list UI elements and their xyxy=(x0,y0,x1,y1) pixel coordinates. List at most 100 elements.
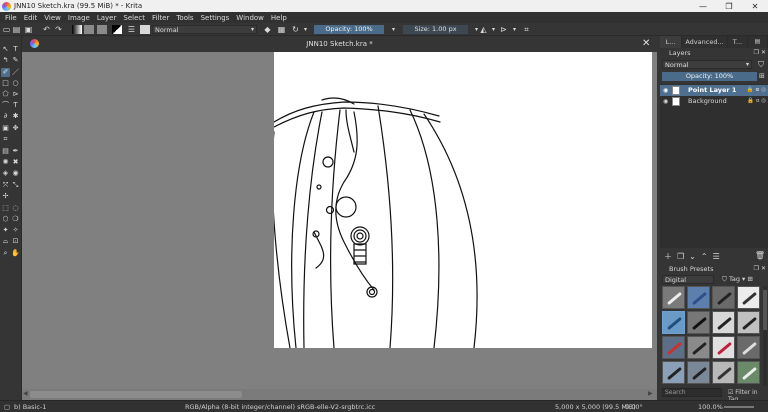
menu-settings[interactable]: Settings xyxy=(201,14,230,22)
preserve-alpha-icon[interactable]: ▦ xyxy=(277,25,286,34)
brush-preset[interactable] xyxy=(687,336,710,359)
menu-window[interactable]: Window xyxy=(236,14,264,22)
visibility-eye-icon[interactable]: ◉ xyxy=(663,85,668,96)
gradient-swatch[interactable] xyxy=(72,25,82,34)
minimize-button[interactable]: — xyxy=(690,0,716,12)
select-shapes-icon[interactable]: ↖ xyxy=(1,45,10,54)
brush-preset-swatch[interactable] xyxy=(140,25,150,34)
menu-select[interactable]: Select xyxy=(123,14,145,22)
gradient-tool-icon[interactable]: ▤ xyxy=(1,147,10,156)
layer-opacity-slider[interactable]: Opacity: 100% xyxy=(662,72,757,81)
layer-row[interactable]: ◉ Background 🔒 α ◎ xyxy=(660,96,768,107)
filter-layers-icon[interactable]: ⛉ xyxy=(758,60,764,70)
freehand-select-icon[interactable]: ❍ xyxy=(11,215,20,224)
measure-tool-icon[interactable]: ⤡ xyxy=(11,181,20,190)
scrollbar-thumb[interactable] xyxy=(30,391,242,398)
brush-preset[interactable] xyxy=(662,286,685,309)
menu-help[interactable]: Help xyxy=(271,14,287,22)
reference-tool-icon[interactable]: ✢ xyxy=(1,192,10,201)
polyline-tool-icon[interactable]: ⊳ xyxy=(11,90,20,99)
menu-layer[interactable]: Layer xyxy=(97,14,117,22)
brush-preset[interactable] xyxy=(687,286,710,309)
brush-preset[interactable] xyxy=(712,286,735,309)
polygon-select-icon[interactable]: ⬡ xyxy=(1,215,10,224)
ellipse-select-icon[interactable]: ◌ xyxy=(11,204,20,213)
brush-preset[interactable] xyxy=(737,311,760,334)
brush-preset[interactable] xyxy=(712,311,735,334)
brush-preset[interactable] xyxy=(662,361,685,384)
opacity-slider[interactable]: Opacity: 100% xyxy=(314,25,384,34)
assistant-tool-icon[interactable]: ⤧ xyxy=(1,181,10,190)
move-layer-down-icon[interactable]: ⌄ xyxy=(689,252,696,261)
contiguous-select-icon[interactable]: ✦ xyxy=(1,226,10,235)
layer-properties-icon[interactable]: ☰ xyxy=(713,252,720,261)
mirror-horizontal-icon[interactable]: ◭ xyxy=(479,25,488,34)
brush-preset[interactable] xyxy=(662,336,685,359)
brush-preset[interactable] xyxy=(712,361,735,384)
scroll-right-icon[interactable]: ▶ xyxy=(648,390,653,397)
colorize-mask-icon[interactable]: ✺ xyxy=(1,158,10,167)
duplicate-layer-icon[interactable]: ❐ xyxy=(677,252,684,261)
color-selector-swatch[interactable] xyxy=(112,25,122,34)
edit-shapes-icon[interactable]: ↰ xyxy=(1,56,10,65)
panel-float-close-icons[interactable]: ❐ ✕ xyxy=(754,48,766,58)
tag-menu[interactable]: ⛉ Tag ▾ ⊞ xyxy=(722,275,753,284)
chevron-down-icon[interactable]: ▾ xyxy=(489,25,498,34)
brush-preset[interactable] xyxy=(737,336,760,359)
preset-search-input[interactable]: Search xyxy=(662,388,722,397)
scrollbar-thumb[interactable] xyxy=(763,290,767,330)
chevron-down-icon[interactable]: ▾ xyxy=(510,25,519,34)
save-document-icon[interactable]: ▣ xyxy=(24,25,33,34)
text-tool-icon[interactable]: T xyxy=(11,45,20,54)
pattern-swatch[interactable] xyxy=(84,25,94,34)
dock-tab-menu[interactable]: ▤ xyxy=(748,36,768,48)
horizontal-scrollbar[interactable]: ◀ ▶ xyxy=(22,389,657,400)
tab-advanced-color[interactable]: Advanced... xyxy=(682,36,728,48)
menu-file[interactable]: File xyxy=(5,14,17,22)
panel-float-close-icons[interactable]: ❐ ✕ xyxy=(754,264,766,274)
visibility-eye-icon[interactable]: ◉ xyxy=(663,96,668,107)
zoom-tool-icon[interactable]: ⌕ xyxy=(1,249,10,258)
tab-tool-options[interactable]: T... xyxy=(728,36,748,48)
brush-settings-icon[interactable]: ☰ xyxy=(127,25,136,34)
maximize-button[interactable]: ❐ xyxy=(716,0,742,12)
brush-preset[interactable] xyxy=(737,361,760,384)
multibrush-icon[interactable]: ✱ xyxy=(11,112,20,121)
brush-preset[interactable] xyxy=(687,311,710,334)
color-picker-icon[interactable]: ✒ xyxy=(11,147,20,156)
open-document-icon[interactable]: ▤ xyxy=(12,25,21,34)
document-tab[interactable]: JNN10 Sketch.kra * ✕ xyxy=(22,36,657,52)
tab-layers[interactable]: L... xyxy=(660,36,682,48)
close-document-button[interactable]: ✕ xyxy=(642,38,650,49)
fill-tool-icon[interactable]: ◈ xyxy=(1,169,10,178)
mirror-vertical-icon[interactable]: ⊳ xyxy=(499,25,508,34)
preset-tag-select[interactable]: Digital xyxy=(662,275,714,284)
close-window-button[interactable]: ✕ xyxy=(742,0,768,12)
redo-icon[interactable]: ↷ xyxy=(54,25,63,34)
zoom-status[interactable]: 100.0% xyxy=(698,403,723,411)
polygon-tool-icon[interactable]: ⬠ xyxy=(1,90,10,99)
layer-lock-alpha-icons[interactable]: 🔒 α ◎ xyxy=(747,96,766,107)
preset-scrollbar[interactable] xyxy=(763,286,767,386)
layer-row[interactable]: ◉ Point Layer 1 🔒 α ◎ xyxy=(660,85,768,96)
brush-preset[interactable] xyxy=(737,286,760,309)
layer-lock-alpha-icons[interactable]: 🔒 α ◎ xyxy=(747,85,766,96)
brush-preset[interactable] xyxy=(687,361,710,384)
menu-filter[interactable]: Filter xyxy=(152,14,169,22)
layer-blend-mode-select[interactable]: Normal ▾ xyxy=(662,60,752,69)
chevron-down-icon[interactable]: ▾ xyxy=(301,25,310,34)
eraser-mode-icon[interactable]: ◆ xyxy=(263,25,272,34)
canvas-paper[interactable] xyxy=(274,52,652,348)
pan-tool-icon[interactable]: ✋ xyxy=(11,249,20,258)
menu-image[interactable]: Image xyxy=(68,14,90,22)
menu-view[interactable]: View xyxy=(44,14,61,22)
scroll-left-icon[interactable]: ◀ xyxy=(23,390,28,397)
undo-icon[interactable]: ↶ xyxy=(42,25,51,34)
layer-opacity-stepper[interactable]: ⊞ xyxy=(759,72,765,80)
freehand-path-icon[interactable]: Ƭ xyxy=(11,101,20,110)
size-slider[interactable]: Size: 1.00 px xyxy=(403,25,468,34)
dynamic-brush-icon[interactable]: ∂ xyxy=(1,112,10,121)
rect-select-icon[interactable]: ⬚ xyxy=(1,204,10,213)
brush-preset[interactable] xyxy=(712,336,735,359)
similar-select-icon[interactable]: ✧ xyxy=(11,226,20,235)
